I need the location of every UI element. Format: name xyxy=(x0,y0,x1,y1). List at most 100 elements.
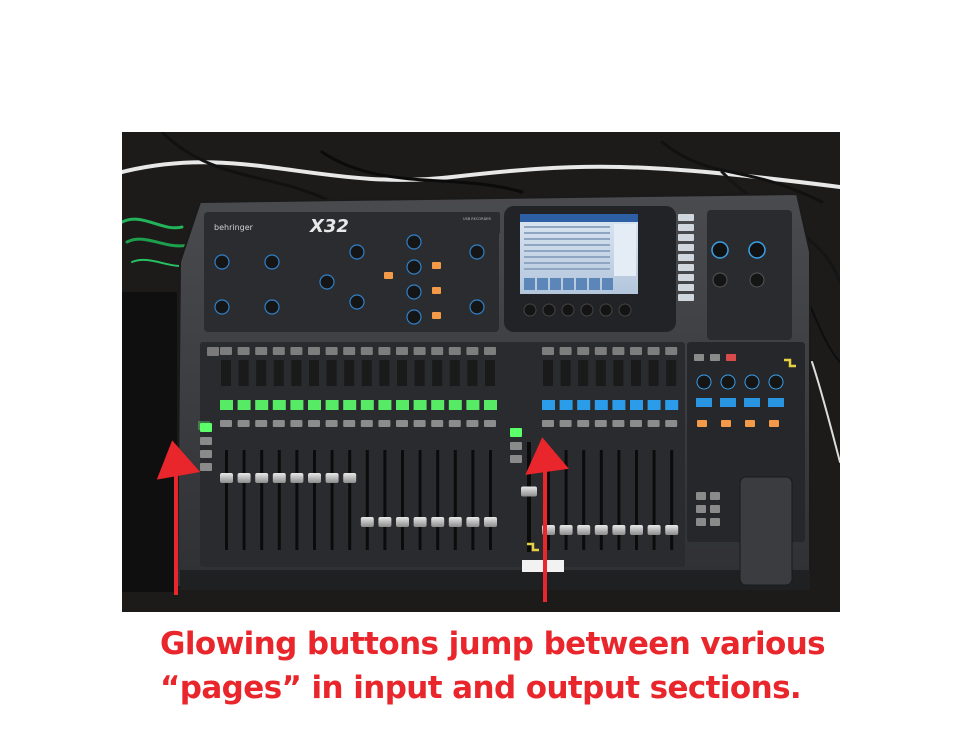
palm-rest xyxy=(739,476,793,586)
screen-tab xyxy=(550,278,561,290)
select-button xyxy=(290,347,303,355)
xlr-socket-2 xyxy=(748,241,766,259)
screen-header xyxy=(520,214,638,222)
scribble-strip xyxy=(630,400,643,410)
input-fader xyxy=(255,473,269,483)
console-front-edge xyxy=(180,570,810,590)
output-layer-buttons xyxy=(510,428,522,437)
select-button xyxy=(577,347,590,355)
view-button xyxy=(678,244,694,251)
mute-button xyxy=(272,420,285,427)
input-layer-button-2 xyxy=(200,437,212,445)
fader-slot xyxy=(295,450,299,550)
assign-knob xyxy=(768,374,784,390)
select-button xyxy=(220,347,232,355)
fader-slot xyxy=(313,450,316,550)
mute-button xyxy=(308,420,320,427)
fader-slot xyxy=(330,450,334,550)
select-button xyxy=(255,347,268,355)
view-button xyxy=(678,234,694,241)
mute-button xyxy=(466,420,479,427)
scribble-strip xyxy=(542,400,555,410)
screen-tab xyxy=(524,278,535,290)
output-fader xyxy=(612,525,626,535)
scribble-strip xyxy=(665,400,679,410)
set-button xyxy=(697,420,707,427)
mute-button xyxy=(665,420,678,427)
main-fader-slot xyxy=(527,442,531,552)
fader-slot xyxy=(453,450,457,550)
scribble-strip xyxy=(290,400,304,410)
fader-slot xyxy=(225,450,228,550)
orange-button xyxy=(432,312,441,319)
caption-line-2: “pages” in input and output sections. xyxy=(160,670,802,706)
screen-row xyxy=(524,226,610,228)
view-button xyxy=(678,224,694,231)
input-fader xyxy=(396,517,409,527)
scribble-strip xyxy=(559,400,573,410)
scribble-strip xyxy=(360,400,374,410)
screen-row xyxy=(524,232,610,234)
input-fader xyxy=(484,517,497,527)
input-fader xyxy=(220,473,233,483)
scene-button xyxy=(726,354,736,361)
select-button xyxy=(308,347,320,355)
meter xyxy=(595,360,606,386)
scribble-strip xyxy=(343,400,357,410)
screen-knob xyxy=(580,303,594,317)
select-button xyxy=(396,347,408,355)
meter xyxy=(414,360,425,386)
input-layer-button-3 xyxy=(200,450,212,458)
view-button xyxy=(678,254,694,261)
rotary-knob xyxy=(319,274,335,290)
set-button xyxy=(769,420,779,427)
view-button xyxy=(678,214,694,221)
scribble-strip xyxy=(272,400,286,410)
output-fader xyxy=(559,525,573,535)
input-fader xyxy=(378,517,392,527)
mute-button xyxy=(431,420,444,427)
screen-knob xyxy=(599,303,613,317)
meter xyxy=(397,360,407,386)
input-fader xyxy=(290,473,304,483)
input-fader xyxy=(343,473,357,483)
meter xyxy=(344,360,355,386)
meter xyxy=(326,360,337,386)
select-button xyxy=(272,347,285,355)
screen-row xyxy=(524,238,610,240)
mute-button xyxy=(290,420,303,427)
mixer-illustration: behringer X32 USB RECORDER xyxy=(122,132,840,602)
meter xyxy=(485,360,495,386)
input-layer-glow xyxy=(198,421,210,430)
scribble-strip xyxy=(308,400,321,410)
meter xyxy=(432,360,443,386)
mute-button xyxy=(594,420,607,427)
mute-button xyxy=(343,420,356,427)
orange-button xyxy=(384,272,393,279)
mute-button xyxy=(542,420,554,427)
rotary-knob xyxy=(406,259,422,275)
scribble-strip xyxy=(612,400,626,410)
rotary-knob xyxy=(349,294,365,310)
assign-display xyxy=(696,398,712,407)
meter xyxy=(361,360,372,386)
main-fader xyxy=(521,486,537,497)
screen-knob xyxy=(523,303,537,317)
usb-label: USB RECORDER xyxy=(463,217,491,221)
output-fader xyxy=(647,525,661,535)
fader-slot xyxy=(383,450,387,550)
fader-slot xyxy=(348,450,352,550)
fader-section xyxy=(200,342,685,567)
mute-button xyxy=(237,420,250,427)
fader-slot xyxy=(260,450,264,550)
screen-row xyxy=(524,262,610,264)
caption-line-1: Glowing buttons jump between various xyxy=(160,626,826,662)
select-button xyxy=(448,347,461,355)
output-layer-button-3 xyxy=(510,455,522,463)
screen-tab xyxy=(537,278,548,290)
mute-button xyxy=(378,420,391,427)
view-button xyxy=(678,274,694,281)
screen-row xyxy=(524,256,610,258)
input-fader xyxy=(360,517,374,527)
rotary-knob xyxy=(469,299,485,315)
